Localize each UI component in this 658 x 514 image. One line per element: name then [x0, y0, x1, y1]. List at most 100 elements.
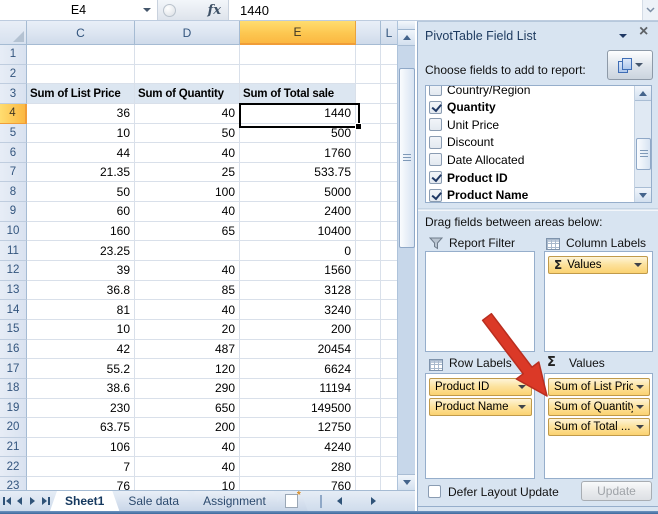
grid-cell[interactable]: 1440 [240, 104, 356, 124]
field-scroll-down-button[interactable] [635, 187, 651, 202]
grid-cell[interactable] [381, 320, 398, 340]
pivot-field-button-product-name[interactable]: Product Name [429, 398, 532, 416]
row-header-13[interactable]: 13 [0, 281, 27, 301]
row-header-4[interactable]: 4 [0, 104, 27, 124]
grid-cell[interactable]: 1760 [240, 143, 356, 163]
grid-cell[interactable]: 20454 [240, 340, 356, 360]
row-header-20[interactable]: 20 [0, 418, 27, 438]
chevron-down-icon[interactable] [636, 425, 644, 429]
grid-cell[interactable]: 10 [27, 124, 135, 144]
first-sheet-button[interactable] [0, 491, 13, 511]
grid-cell[interactable] [381, 379, 398, 399]
grid-cell[interactable] [381, 438, 398, 458]
formula-bar-input[interactable]: 1440 [229, 0, 642, 20]
grid-cell[interactable] [381, 202, 398, 222]
grid-cell[interactable]: 533.75 [240, 163, 356, 183]
worksheet-grid[interactable]: 123Sum of List PriceSum of QuantitySum o… [0, 45, 398, 490]
grid-cell[interactable]: 44 [27, 143, 135, 163]
grid-cell[interactable] [381, 457, 398, 477]
column-header-D[interactable]: D [135, 21, 240, 45]
grid-cell[interactable] [356, 477, 381, 490]
grid-cell[interactable] [356, 104, 381, 124]
previous-sheet-button[interactable] [13, 491, 26, 511]
grid-cell[interactable] [381, 84, 398, 104]
field-item-date-allocated[interactable]: Date Allocated [429, 151, 524, 168]
h-scroll-right-button[interactable] [364, 491, 384, 511]
grid-cell[interactable] [381, 222, 398, 242]
grid-cell[interactable]: 106 [27, 438, 135, 458]
grid-cell[interactable]: 10 [27, 320, 135, 340]
chevron-down-icon[interactable] [636, 385, 644, 389]
pivot-header-cell[interactable]: Sum of List Price [27, 84, 135, 104]
grid-cell[interactable]: 65 [135, 222, 240, 242]
grid-cell[interactable]: 5000 [240, 182, 356, 202]
grid-cell[interactable]: 36.8 [27, 281, 135, 301]
grid-cell[interactable]: 3240 [240, 300, 356, 320]
grid-cell[interactable]: 290 [135, 379, 240, 399]
chevron-down-icon[interactable] [634, 263, 642, 267]
pivot-field-button-sum-of-list-price[interactable]: Sum of List Price [548, 378, 650, 396]
row-labels-drop-area[interactable]: Product IDProduct Name [425, 373, 535, 479]
grid-cell[interactable]: 11194 [240, 379, 356, 399]
sheet-tab-assignment[interactable]: Assignment [188, 491, 281, 511]
grid-cell[interactable]: 23.25 [27, 241, 135, 261]
grid-cell[interactable] [240, 45, 356, 65]
row-header-10[interactable]: 10 [0, 222, 27, 242]
grid-cell[interactable]: 230 [27, 399, 135, 419]
scrollbar-split-handle[interactable] [398, 21, 415, 30]
pivot-header-cell[interactable]: Sum of Total sale [240, 84, 356, 104]
grid-cell[interactable]: 76 [27, 477, 135, 490]
grid-cell[interactable] [381, 399, 398, 419]
checkbox-icon[interactable] [429, 101, 442, 114]
checkbox-icon[interactable] [429, 189, 442, 202]
grid-cell[interactable]: 7 [27, 457, 135, 477]
grid-cell[interactable]: 40 [135, 143, 240, 163]
grid-cell[interactable]: 2400 [240, 202, 356, 222]
grid-cell[interactable]: 38.6 [27, 379, 135, 399]
panel-menu-dropdown-icon[interactable] [619, 34, 627, 38]
scroll-down-button[interactable] [398, 474, 415, 490]
grid-cell[interactable]: 200 [240, 320, 356, 340]
checkbox-icon[interactable] [429, 136, 442, 149]
grid-cell[interactable]: 10 [135, 477, 240, 490]
grid-cell[interactable] [356, 202, 381, 222]
pivot-field-button-values[interactable]: ΣValues [548, 256, 648, 274]
grid-cell[interactable]: 760 [240, 477, 356, 490]
grid-cell[interactable] [356, 222, 381, 242]
grid-cell[interactable] [381, 281, 398, 301]
row-header-2[interactable]: 2 [0, 65, 27, 85]
row-header-9[interactable]: 9 [0, 202, 27, 222]
grid-cell[interactable]: 50 [27, 182, 135, 202]
next-sheet-button[interactable] [26, 491, 39, 511]
tab-split-handle[interactable] [320, 495, 322, 508]
grid-cell[interactable]: 40 [135, 438, 240, 458]
grid-cell[interactable]: 149500 [240, 399, 356, 419]
grid-cell[interactable]: 42 [27, 340, 135, 360]
grid-cell[interactable]: 40 [135, 457, 240, 477]
checkbox-icon[interactable] [429, 153, 442, 166]
grid-cell[interactable] [135, 45, 240, 65]
grid-cell[interactable]: 55.2 [27, 359, 135, 379]
grid-cell[interactable]: 6624 [240, 359, 356, 379]
grid-cell[interactable] [356, 241, 381, 261]
pivot-header-cell[interactable]: Sum of Quantity [135, 84, 240, 104]
name-box[interactable]: E4 [0, 0, 158, 20]
field-item-discount[interactable]: Discount [429, 134, 494, 151]
grid-cell[interactable]: 40 [135, 202, 240, 222]
chevron-down-icon[interactable] [518, 385, 526, 389]
grid-cell[interactable]: 160 [27, 222, 135, 242]
scroll-up-button[interactable] [398, 30, 415, 46]
field-scrollbar-thumb[interactable] [636, 138, 651, 170]
row-header-8[interactable]: 8 [0, 182, 27, 202]
pivot-field-button-sum-of-total-[interactable]: Sum of Total ... [548, 418, 650, 436]
grid-cell[interactable] [356, 182, 381, 202]
grid-cell[interactable]: 487 [135, 340, 240, 360]
formula-bar-expand-button[interactable] [642, 0, 658, 20]
defer-layout-update-checkbox[interactable] [428, 485, 441, 498]
grid-cell[interactable] [356, 457, 381, 477]
row-header-23[interactable]: 23 [0, 477, 27, 490]
grid-cell[interactable]: 81 [27, 300, 135, 320]
grid-cell[interactable] [135, 65, 240, 85]
values-drop-area[interactable]: Sum of List PriceSum of QuantitySum of T… [544, 373, 653, 479]
grid-cell[interactable] [381, 143, 398, 163]
